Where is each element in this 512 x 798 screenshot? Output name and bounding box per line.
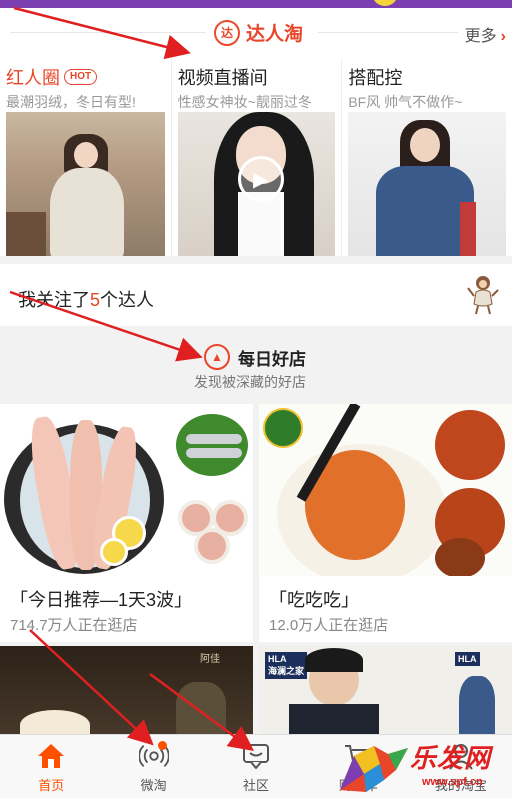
daily-shop-subtitle: 发现被深藏的好店 [194, 374, 306, 390]
sardine-shape [186, 434, 242, 444]
shop-list-row-2: 阿佳 HLA 海澜之家 HLA [0, 646, 512, 736]
model-hair-shape [305, 648, 363, 672]
follow-prefix: 我关注了 [18, 290, 90, 310]
watermark-url: www.spf.cn [422, 776, 483, 788]
more-label: 更多 [464, 28, 497, 45]
lemon-slice-shape [100, 538, 128, 566]
talent-card-live-video[interactable]: 视频直播间 性感女神妆~靓丽过冬 ▶ [170, 58, 342, 256]
model-suit-shape [289, 704, 379, 736]
crayfish-dish-shape [435, 410, 505, 480]
crayfish-dish-shape [435, 538, 485, 576]
follow-suffix: 个达人 [100, 290, 155, 310]
tab-label: 社区 [243, 778, 270, 793]
card-title-group: 视频直播间 [178, 64, 336, 90]
tab-weitao[interactable]: 微淘 [102, 735, 204, 798]
model-jacket-shape [459, 676, 495, 736]
chevron-right-icon: › [500, 28, 506, 45]
talent-section-header: 达 达人淘 更多 › [0, 8, 512, 58]
follow-count: 5 [90, 290, 101, 310]
hla-brand-sub: 海澜之家 [268, 666, 305, 676]
hla-brand: HLA [268, 654, 287, 664]
shop-card-chichichi[interactable]: 「吃吃吃」 12.0万人正在逛店 [259, 404, 512, 642]
shop-card-daily-recommend[interactable]: 「今日推荐—1天3波」 714.7万人正在逛店 [0, 404, 253, 642]
chat-icon [241, 741, 271, 771]
daily-shop-title-group: ▲ 每日好店 [204, 344, 306, 370]
card-title: 搭配控 [348, 68, 403, 88]
tab-community[interactable]: 社区 [205, 735, 307, 798]
daily-shop-title: 每日好店 [238, 349, 306, 369]
sardine-dish-shape [176, 414, 248, 476]
divider [10, 32, 206, 33]
hot-badge: HOT [64, 69, 98, 85]
daily-shop-header: ▲ 每日好店 发现被深藏的好店 [0, 326, 512, 402]
teacup-shape [20, 710, 90, 736]
shop-card-tea[interactable]: 阿佳 [0, 646, 253, 736]
taobao-home-screen: 达 达人淘 更多 › 红人圈 HOT 最潮羽绒，冬日有型! 视频直播间 性感女神… [0, 0, 512, 798]
card-title-group: 搭配控 [348, 64, 506, 90]
card-title: 红人圈 [6, 68, 60, 88]
shop-badge-icon [263, 408, 303, 448]
talent-card-matching[interactable]: 搭配控 BF风 帅气不做作~ [341, 58, 512, 256]
shop-card-hla[interactable]: HLA 海澜之家 HLA [259, 646, 512, 736]
watermark-text: 乐发网 [410, 743, 492, 773]
monkey-mascot-icon [467, 276, 499, 315]
card-photo-denim-jacket [348, 112, 507, 256]
play-icon[interactable]: ▶ [237, 156, 284, 202]
top-banner-strip [0, 0, 512, 8]
divider [318, 32, 458, 33]
shop-photo-seafood [0, 404, 253, 576]
hla-brand: HLA [458, 654, 477, 664]
card-subtitle: BF风 帅气不做作~ [348, 94, 463, 110]
site-watermark: 乐发网 www.spf.cn [330, 736, 512, 798]
shop-visitors: 714.7万人正在逛店 [10, 617, 138, 634]
followed-talents-text: 我关注了5个达人 [18, 286, 154, 312]
scarf-shape [460, 202, 477, 256]
sardine-shape [186, 448, 242, 458]
hla-logo-icon: HLA 海澜之家 [265, 652, 308, 679]
card-photo-woman-down-coat [6, 112, 165, 256]
shop-photo-crayfish [259, 404, 512, 576]
card-photo-video-woman: ▶ [177, 112, 336, 256]
colorful-horse-logo-icon [340, 746, 408, 792]
scallop-shape [194, 528, 230, 564]
talent-section-title: 达人淘 [246, 24, 304, 45]
shop-list: 「今日推荐—1天3波」 714.7万人正在逛店 「吃吃吃」 12.0万人正在逛店 [0, 404, 512, 642]
shop-logo-icon: ▲ [204, 344, 230, 370]
tab-label: 微淘 [140, 778, 167, 793]
card-subtitle: 最潮羽绒，冬日有型! [6, 94, 136, 110]
steps-shape [6, 212, 46, 256]
brand-label: 阿佳 [200, 654, 220, 665]
shop-visitors: 12.0万人正在逛店 [269, 617, 389, 634]
card-title-group: 红人圈 HOT [6, 64, 165, 90]
tab-home[interactable]: 首页 [0, 735, 102, 798]
emoji-decoration-icon [372, 0, 398, 6]
talent-logo-icon: 达 [214, 19, 240, 46]
more-link[interactable]: 更多 › [465, 22, 506, 46]
hla-small-logo-icon: HLA [455, 652, 480, 666]
talent-title-group: 达 达人淘 [214, 19, 303, 46]
home-icon [36, 741, 66, 771]
face-shape [74, 142, 98, 168]
talent-cards: 红人圈 HOT 最潮羽绒，冬日有型! 视频直播间 性感女神妆~靓丽过冬 ▶ 搭配… [0, 58, 512, 256]
shop-name: 「今日推荐—1天3波」 [10, 590, 193, 610]
card-subtitle: 性感女神妆~靓丽过冬 [177, 94, 312, 110]
talent-card-hongrenquan[interactable]: 红人圈 HOT 最潮羽绒，冬日有型! [0, 58, 171, 256]
tea-jar-shape [176, 682, 226, 736]
shop-name: 「吃吃吃」 [269, 590, 359, 610]
card-title: 视频直播间 [177, 68, 268, 88]
followed-talents-row[interactable]: 我关注了5个达人 [0, 264, 512, 326]
tab-label: 首页 [38, 778, 65, 793]
coat-shape [50, 168, 124, 256]
